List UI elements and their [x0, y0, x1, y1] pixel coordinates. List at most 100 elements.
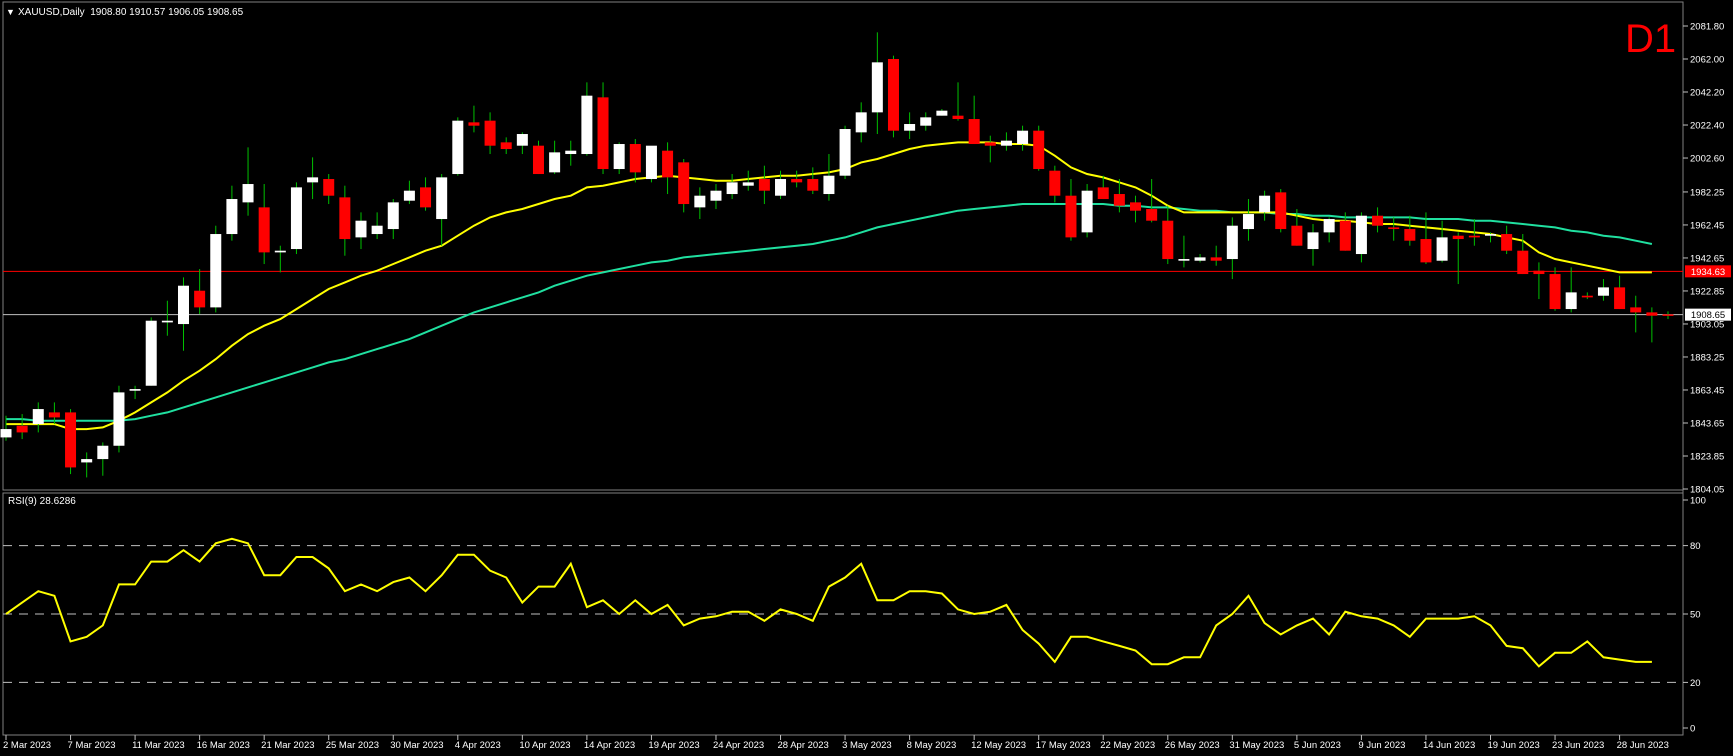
candle — [1307, 224, 1319, 266]
current-price-tag: 1908.65 — [1685, 308, 1731, 321]
candle — [807, 167, 819, 195]
date-tick-label: 11 Mar 2023 — [132, 740, 185, 751]
candle-body-bull — [1242, 214, 1254, 230]
rsi-tick-label: 50 — [1690, 610, 1701, 621]
rsi-levels — [3, 545, 1683, 683]
candle — [855, 102, 867, 143]
candle — [1017, 125, 1029, 151]
candle-body-bull — [226, 199, 238, 235]
date-tick-label: 19 Apr 2023 — [648, 740, 699, 751]
candle — [1162, 205, 1174, 265]
price-tick-label: 2002.60 — [1690, 154, 1724, 165]
candle-body-bear — [1630, 307, 1642, 313]
candle — [387, 199, 399, 240]
candle-body-bull — [1259, 195, 1271, 213]
date-tick-label: 2 Mar 2023 — [3, 740, 51, 751]
candle — [1452, 232, 1464, 285]
date-tick-label: 22 May 2023 — [1100, 740, 1155, 751]
candle — [549, 140, 561, 175]
candle — [1323, 217, 1335, 243]
candle — [645, 145, 657, 183]
candle — [16, 414, 28, 440]
candle — [1275, 189, 1287, 233]
candle — [694, 187, 706, 220]
price-tick-label: 1962.45 — [1690, 220, 1724, 231]
candle — [1581, 292, 1593, 300]
dropdown-arrow-icon[interactable]: ▼ — [6, 7, 15, 17]
candle-body-bull — [1000, 140, 1012, 146]
price-tick-label: 1922.85 — [1690, 286, 1724, 297]
candle — [1404, 215, 1416, 246]
candle-body-bull — [936, 110, 948, 116]
date-tick-label: 31 May 2023 — [1229, 740, 1284, 751]
date-tick-label: 3 May 2023 — [842, 740, 892, 751]
candle-body-bull — [274, 250, 286, 253]
candle — [307, 157, 319, 200]
candle-body-bull — [710, 190, 722, 201]
rsi-label: RSI(9) 28.6286 — [8, 496, 76, 507]
candle-body-bear — [420, 187, 432, 208]
candle-body-bear — [16, 425, 28, 433]
candle — [1372, 207, 1384, 233]
candle — [113, 385, 125, 453]
date-tick-label: 26 May 2023 — [1165, 740, 1220, 751]
candle — [97, 442, 109, 476]
candle-body-bear — [984, 142, 996, 146]
candle-body-bear — [1452, 235, 1464, 240]
candle — [726, 174, 738, 200]
trading-chart[interactable]: ▼ XAUUSD,Daily 1908.80 1910.57 1906.05 1… — [0, 0, 1733, 756]
candle-body-bear — [1065, 195, 1077, 238]
candle-body-bull — [871, 62, 883, 113]
candle-body-bull — [1194, 257, 1206, 261]
current-price-label: 1908.65 — [1691, 310, 1725, 321]
candle — [1146, 179, 1158, 223]
candle-body-bull — [32, 409, 44, 425]
date-tick-label: 25 Mar 2023 — [326, 740, 379, 751]
price-tick-label: 1843.65 — [1690, 418, 1724, 429]
candle-body-bull — [1436, 237, 1448, 261]
candle-body-bull — [242, 184, 254, 203]
candle-body-bull — [839, 129, 851, 176]
candle-body-bull — [1485, 234, 1497, 236]
candle — [1355, 212, 1367, 263]
candle-body-bear — [1372, 215, 1384, 226]
candle — [742, 170, 754, 191]
candle-body-bull — [81, 459, 93, 463]
candle-body-bear — [532, 145, 544, 175]
candle — [194, 269, 206, 315]
candle-body-bear — [1646, 312, 1658, 316]
candle-body-bull — [145, 320, 157, 386]
candle — [1630, 295, 1642, 333]
candle-body-bull — [581, 95, 593, 155]
candle — [355, 212, 367, 250]
candle-body-bull — [452, 120, 464, 175]
rsi-tick-label: 20 — [1690, 678, 1701, 689]
candle-body-bull — [161, 320, 173, 323]
price-tick-label: 2062.00 — [1690, 55, 1724, 66]
candle-body-bear — [1113, 194, 1125, 206]
candle — [436, 174, 448, 246]
candle — [1597, 279, 1609, 301]
candle-body-bull — [1178, 259, 1190, 261]
candle-body-bear — [1049, 170, 1061, 196]
price-tick-label: 1883.25 — [1690, 352, 1724, 363]
candle-body-bear — [1662, 314, 1674, 316]
candle — [1130, 195, 1142, 223]
candle-body-bear — [887, 59, 899, 131]
resistance-price-tag: 1934.63 — [1685, 265, 1731, 278]
price-tick-label: 2022.40 — [1690, 121, 1724, 132]
date-tick-label: 21 Mar 2023 — [261, 740, 314, 751]
date-tick-label: 5 Jun 2023 — [1294, 740, 1341, 751]
candle-body-bull — [613, 144, 625, 170]
price-axis: 2081.80 2062.00 2042.20 2022.40 2002.60 1982.… — [1683, 22, 1724, 496]
candle-body-bear — [1614, 287, 1626, 310]
candle-body-bear — [1033, 130, 1045, 170]
date-tick-label: 8 May 2023 — [907, 740, 957, 751]
candle-body-bull — [387, 202, 399, 230]
candle-body-bear — [1162, 220, 1174, 260]
candle — [1565, 267, 1577, 313]
candle-body-bull — [565, 150, 577, 155]
candle — [1662, 311, 1674, 319]
candle — [468, 105, 480, 133]
candle-body-bear — [1581, 295, 1593, 298]
